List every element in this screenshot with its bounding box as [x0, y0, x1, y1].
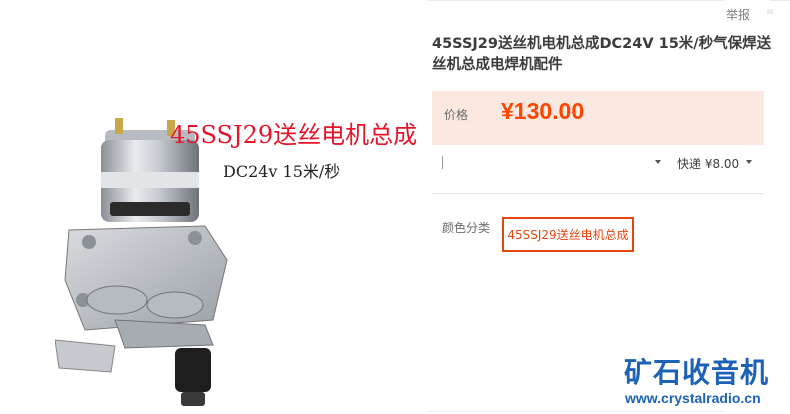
- report-flag-icon: [767, 9, 773, 14]
- wire-feeder-motor-illustration: [55, 118, 228, 406]
- price-value: ¥130.00: [501, 98, 585, 124]
- bottom-divider: [428, 411, 724, 412]
- location-chevron-down-icon[interactable]: [655, 160, 661, 164]
- price-label: 价格: [444, 108, 469, 122]
- image-title-text: 45SSJ29送丝电机总成: [170, 121, 418, 149]
- ship-to-location-field[interactable]: [442, 156, 443, 169]
- watermark-url: www.crystalradio.cn: [625, 390, 761, 406]
- sku-color-label: 颜色分类: [442, 221, 491, 235]
- shipping-fee-select[interactable]: 快递 ¥8.00: [677, 155, 739, 172]
- section-divider: [432, 193, 764, 194]
- top-divider: [428, 0, 724, 1]
- shipping-chevron-down-icon[interactable]: [746, 160, 752, 164]
- watermark-name: 矿石收音机: [624, 356, 770, 389]
- product-title: 45SSJ29送丝机电机总成DC24V 15米/秒气保焊送丝机总成电焊机配件: [432, 36, 772, 73]
- image-subtitle-text: DC24v 15米/秒: [223, 162, 341, 181]
- price-box: 价格 ¥130.00: [432, 91, 764, 145]
- product-image[interactable]: 45SSJ29送丝电机总成 DC24v 15米/秒: [0, 0, 420, 414]
- top-divider-right: [770, 0, 790, 1]
- shipping-row: 快递 ¥8.00: [432, 154, 764, 172]
- sku-color-option-selected[interactable]: 45SSJ29送丝电机总成: [502, 217, 634, 252]
- report-link[interactable]: 举报: [726, 6, 750, 23]
